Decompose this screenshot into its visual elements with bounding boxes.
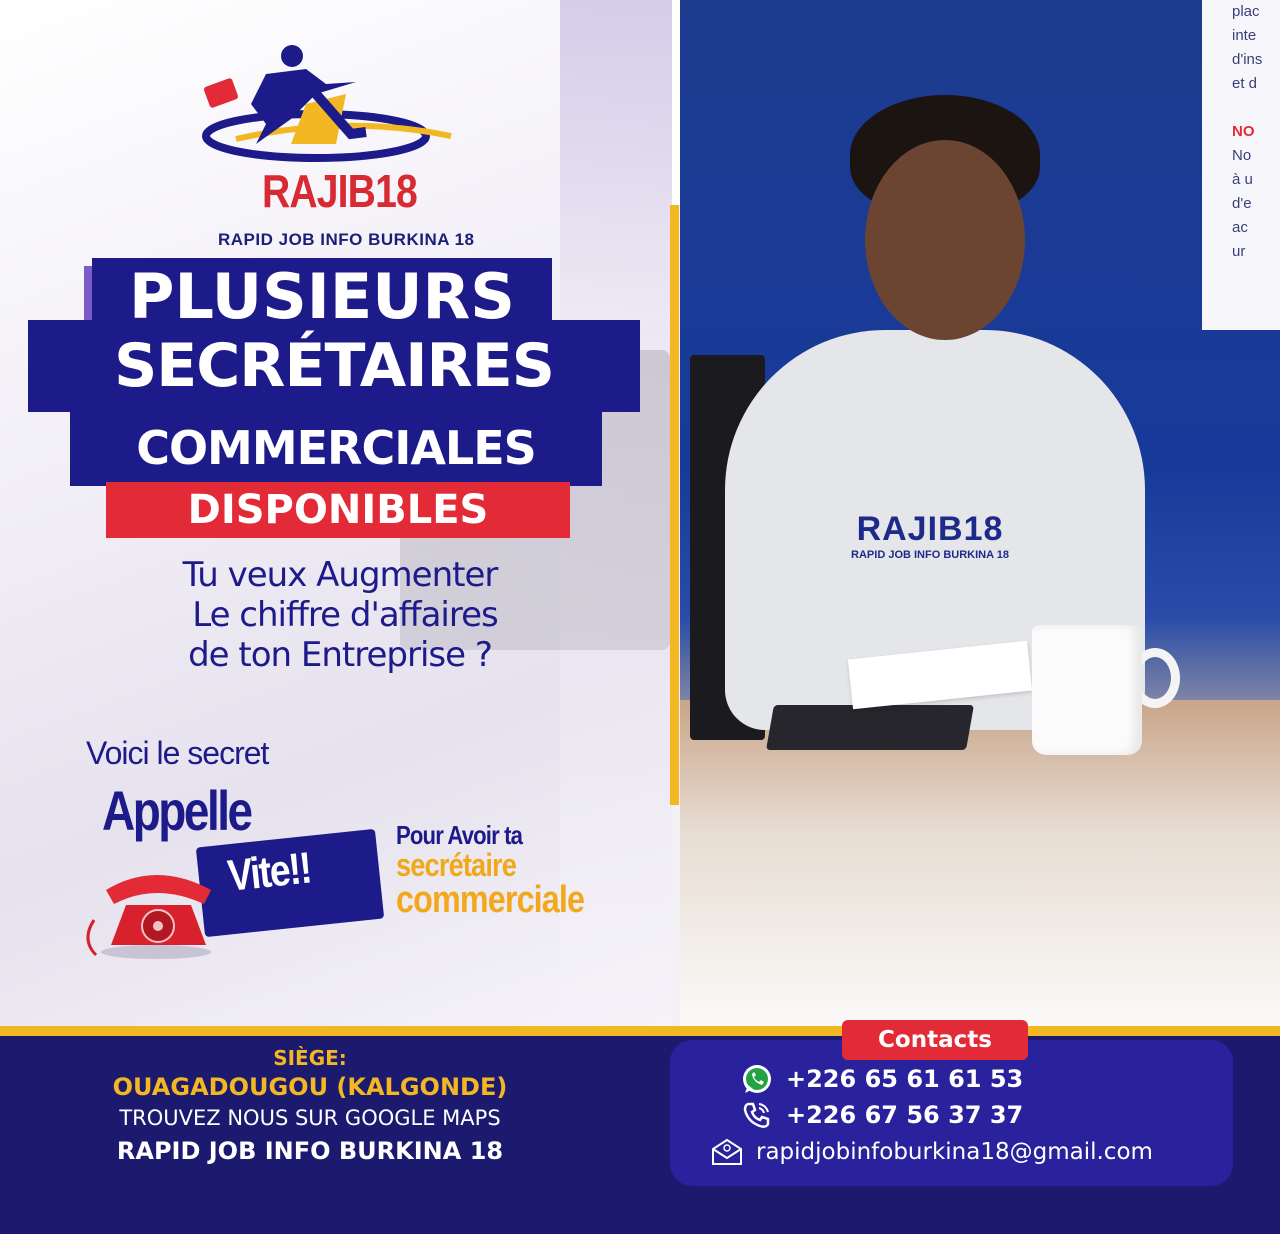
whatsapp-contact[interactable]: +226 65 61 61 53 (740, 1062, 1023, 1096)
brand-name: RAJIB18 (262, 165, 418, 217)
contacts-label: Contacts (842, 1020, 1028, 1060)
secret-text: Voici le secret (86, 735, 269, 771)
poster-text: ac (1232, 219, 1248, 236)
whatsapp-icon (743, 1065, 771, 1093)
poster-text: à u (1232, 171, 1253, 188)
email-address: rapidjobinfoburkina18@gmail.com (756, 1139, 1153, 1165)
question-text: Tu veux Augmenter Le chiffre d'affaires … (90, 555, 590, 675)
poster-text: No (1232, 147, 1252, 164)
poster-text: et d (1232, 75, 1258, 92)
headline-line4: DISPONIBLES (106, 482, 570, 538)
question-line2: Le chiffre d'affaires (192, 595, 499, 635)
poster-text (1202, 96, 1280, 120)
poster-text: NO (1232, 123, 1255, 140)
poster-text: d'ins (1232, 51, 1263, 68)
whatsapp-number: +226 65 61 61 53 (786, 1065, 1024, 1093)
email-contact[interactable]: rapidjobinfoburkina18@gmail.com (710, 1137, 1153, 1167)
company-name: RAPID JOB INFO BURKINA 18 (116, 1137, 504, 1165)
wall-poster: plac inte d'ins et d NO No à u d'e ac ur (1202, 0, 1280, 330)
shirt-tagline: RAPID JOB INFO BURKINA 18 (851, 549, 1009, 561)
maps-text: TROUVEZ NOUS SUR GOOGLE MAPS (119, 1106, 501, 1130)
siege-block: SIÈGE: OUAGADOUGOU (KALGONDE) TROUVEZ NO… (0, 1045, 620, 1169)
shirt-logo: RAJIB18 RAPID JOB INFO BURKINA 18 (820, 510, 1040, 590)
red-telephone-icon (86, 875, 211, 959)
divider-white (672, 0, 680, 205)
question-line1: Tu veux Augmenter (182, 555, 499, 595)
keyboard (766, 705, 974, 750)
coffee-mug (1032, 625, 1142, 755)
siege-city: OUAGADOUGOU (KALGONDE) (112, 1073, 508, 1101)
divider-yellow (670, 205, 679, 805)
runner-logo-icon (202, 45, 452, 162)
office-photo: plac inte d'ins et d NO No à u d'e ac ur… (680, 0, 1280, 1030)
phone-contact[interactable]: +226 67 56 37 37 (740, 1098, 1023, 1132)
headline-line3: COMMERCIALES (70, 410, 602, 486)
poster-text: d'e (1232, 195, 1252, 212)
brand-tagline: RAPID JOB INFO BURKINA 18 (218, 230, 475, 249)
poster-text: plac (1232, 3, 1260, 20)
commerciale-text: commerciale (396, 879, 585, 921)
poster-text: inte (1232, 27, 1257, 44)
email-icon (712, 1138, 742, 1165)
person-head (865, 140, 1025, 340)
footer-stripe (0, 1026, 1280, 1036)
vite-text: Vite!! (225, 843, 313, 901)
poster-text: ur (1232, 243, 1246, 260)
headline-line2: SECRÉTAIRES (28, 320, 640, 412)
phone-call-icon (743, 1102, 770, 1128)
siege-label: SIÈGE: (273, 1046, 347, 1070)
secretaire-text: secrétaire (396, 847, 517, 883)
brand-logo: RAJIB18 RAPID JOB INFO BURKINA 18 (196, 44, 476, 249)
question-line3: de ton Entreprise ? (188, 635, 493, 675)
shirt-brand: RAJIB18 (856, 510, 1004, 548)
appelle-text: Appelle (102, 779, 253, 842)
phone-number: +226 67 56 37 37 (786, 1101, 1024, 1129)
